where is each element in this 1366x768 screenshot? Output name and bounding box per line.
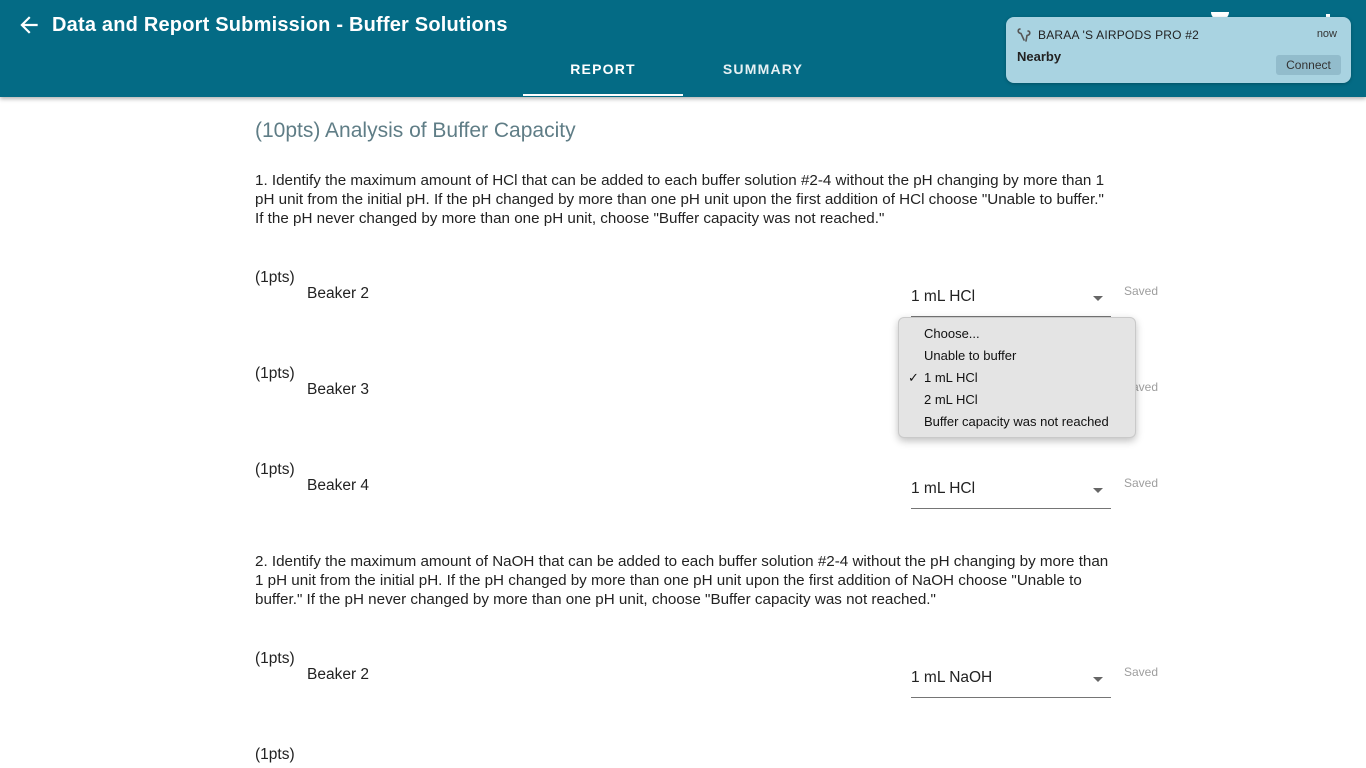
notification-time: now bbox=[1316, 28, 1337, 40]
caret-down-icon bbox=[1093, 488, 1103, 493]
saved-status: Saved bbox=[1124, 665, 1159, 679]
option-label: Choose... bbox=[924, 326, 980, 341]
question-1-row-beaker-3: (1pts) Beaker 3 Saved bbox=[0, 365, 1366, 425]
question-2-row-beaker-2: (1pts) Beaker 2 1 mL NaOH Saved bbox=[0, 650, 1366, 710]
option-buffer-capacity-not-reached[interactable]: Buffer capacity was not reached bbox=[899, 411, 1135, 433]
points-label: (1pts) bbox=[255, 365, 295, 382]
option-label: 2 mL HCl bbox=[924, 392, 978, 407]
tab-report[interactable]: REPORT bbox=[523, 50, 683, 97]
points-label: (1pts) bbox=[255, 461, 295, 478]
answer-dropdown-menu: Choose... Unable to buffer ✓ 1 mL HCl 2 … bbox=[898, 317, 1136, 438]
option-label: 1 mL HCl bbox=[924, 370, 978, 385]
tab-report-label: REPORT bbox=[570, 61, 636, 77]
saved-status: Saved bbox=[1124, 476, 1159, 490]
option-2-ml-hcl[interactable]: 2 mL HCl bbox=[899, 389, 1135, 411]
active-tab-indicator bbox=[523, 94, 683, 96]
notification-device-name: BARAA 'S AIRPODS PRO #2 bbox=[1038, 28, 1199, 42]
option-1-ml-hcl[interactable]: ✓ 1 mL HCl bbox=[899, 367, 1135, 389]
question-1-row-beaker-2: (1pts) Beaker 2 1 mL HCl Saved bbox=[0, 269, 1366, 329]
beaker-label: Beaker 3 bbox=[307, 381, 370, 398]
question-1-row-beaker-4: (1pts) Beaker 4 1 mL HCl Saved bbox=[0, 461, 1366, 521]
option-choose[interactable]: Choose... bbox=[899, 323, 1135, 345]
points-label: (1pts) bbox=[255, 746, 295, 763]
points-label: (1pts) bbox=[255, 269, 295, 286]
arrow-left-icon[interactable] bbox=[16, 12, 42, 38]
question-2-text: 2. Identify the maximum amount of NaOH t… bbox=[255, 553, 1109, 608]
question-2-row-beaker-3: (1pts) bbox=[0, 746, 1366, 768]
answer-select[interactable]: 1 mL HCl bbox=[911, 479, 1111, 509]
answer-select[interactable]: 1 mL NaOH bbox=[911, 668, 1111, 698]
select-value: 1 mL HCl bbox=[911, 480, 976, 497]
option-label: Buffer capacity was not reached bbox=[924, 414, 1109, 429]
caret-down-icon bbox=[1093, 677, 1103, 682]
answer-select[interactable]: 1 mL HCl bbox=[911, 287, 1111, 317]
saved-status: Saved bbox=[1124, 284, 1159, 298]
tab-summary-label: SUMMARY bbox=[722, 61, 804, 77]
bluetooth-notification[interactable]: BARAA 'S AIRPODS PRO #2 now Nearby Conne… bbox=[1006, 17, 1351, 83]
page-title: Data and Report Submission - Buffer Solu… bbox=[52, 14, 508, 36]
beaker-label: Beaker 4 bbox=[307, 477, 370, 494]
points-label: (1pts) bbox=[255, 650, 295, 667]
airpods-icon bbox=[1017, 28, 1031, 42]
option-label: Unable to buffer bbox=[924, 348, 1017, 363]
select-value: 1 mL HCl bbox=[911, 288, 976, 305]
section-title: (10pts) Analysis of Buffer Capacity bbox=[255, 119, 576, 142]
option-unable-to-buffer[interactable]: Unable to buffer bbox=[899, 345, 1135, 367]
select-value: 1 mL NaOH bbox=[911, 669, 993, 686]
tab-summary[interactable]: SUMMARY bbox=[683, 50, 843, 97]
notification-status: Nearby bbox=[1017, 49, 1062, 64]
check-icon: ✓ bbox=[908, 370, 919, 385]
report-content: (10pts) Analysis of Buffer Capacity 1. I… bbox=[0, 97, 1366, 768]
beaker-label: Beaker 2 bbox=[307, 666, 370, 683]
question-1-text: 1. Identify the maximum amount of HCl th… bbox=[255, 172, 1105, 227]
connect-button[interactable]: Connect bbox=[1276, 55, 1341, 75]
tab-bar: REPORT SUMMARY bbox=[523, 50, 843, 97]
beaker-label: Beaker 2 bbox=[307, 285, 370, 302]
caret-down-icon bbox=[1093, 296, 1103, 301]
